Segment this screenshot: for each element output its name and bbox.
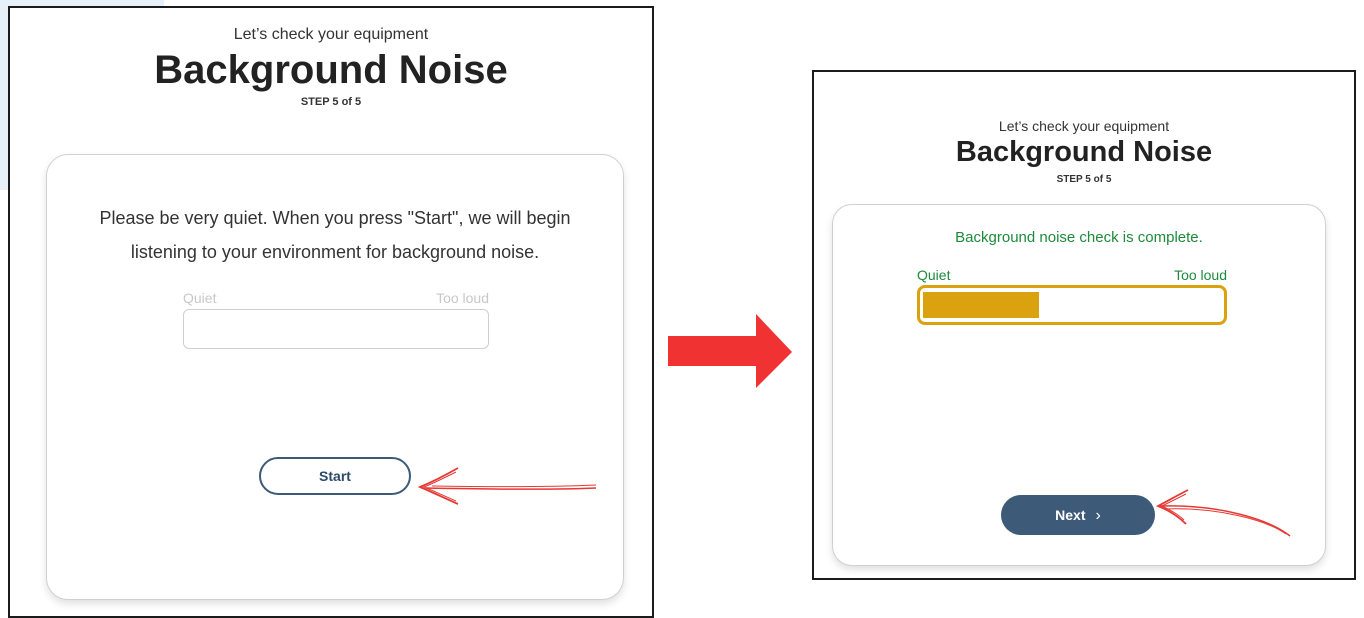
noise-check-card: Please be very quiet. When you press "St…: [46, 154, 624, 600]
noise-meter: Quiet Too loud: [183, 290, 489, 349]
noise-meter-bar: [917, 285, 1227, 325]
transition-arrow-icon: [668, 314, 792, 388]
noise-meter: Quiet Too loud: [917, 267, 1227, 325]
scale-label-too-loud: Too loud: [1174, 267, 1227, 283]
scale-label-quiet: Quiet: [917, 267, 951, 283]
annotation-arrow-start: [417, 467, 597, 505]
instructions-text: Please be very quiet. When you press "St…: [99, 208, 571, 262]
page-header: Let’s check your equipment Background No…: [814, 118, 1354, 185]
step-indicator: STEP 5 of 5: [300, 96, 362, 108]
step-indicator: STEP 5 of 5: [1056, 174, 1112, 185]
scale-label-too-loud: Too loud: [436, 290, 489, 306]
start-button[interactable]: Start: [259, 457, 411, 495]
screen-before: Let’s check your equipment Background No…: [8, 6, 654, 618]
page-header: Let’s check your equipment Background No…: [10, 26, 652, 108]
page-title: Background Noise: [154, 48, 508, 92]
page-title: Background Noise: [955, 136, 1213, 168]
noise-meter-bar: [183, 309, 489, 349]
next-button[interactable]: Next ›: [1001, 495, 1155, 535]
pre-title: Let’s check your equipment: [233, 26, 429, 43]
annotation-arrow-next: [1155, 489, 1291, 537]
pre-title: Let’s check your equipment: [998, 118, 1170, 134]
next-button-label: Next: [1055, 507, 1086, 523]
noise-meter-fill: [923, 292, 1039, 318]
screen-after: Let’s check your equipment Background No…: [812, 70, 1356, 580]
chevron-right-icon: ›: [1095, 507, 1101, 524]
scale-label-quiet: Quiet: [183, 290, 217, 306]
status-message: Background noise check is complete.: [955, 229, 1203, 246]
